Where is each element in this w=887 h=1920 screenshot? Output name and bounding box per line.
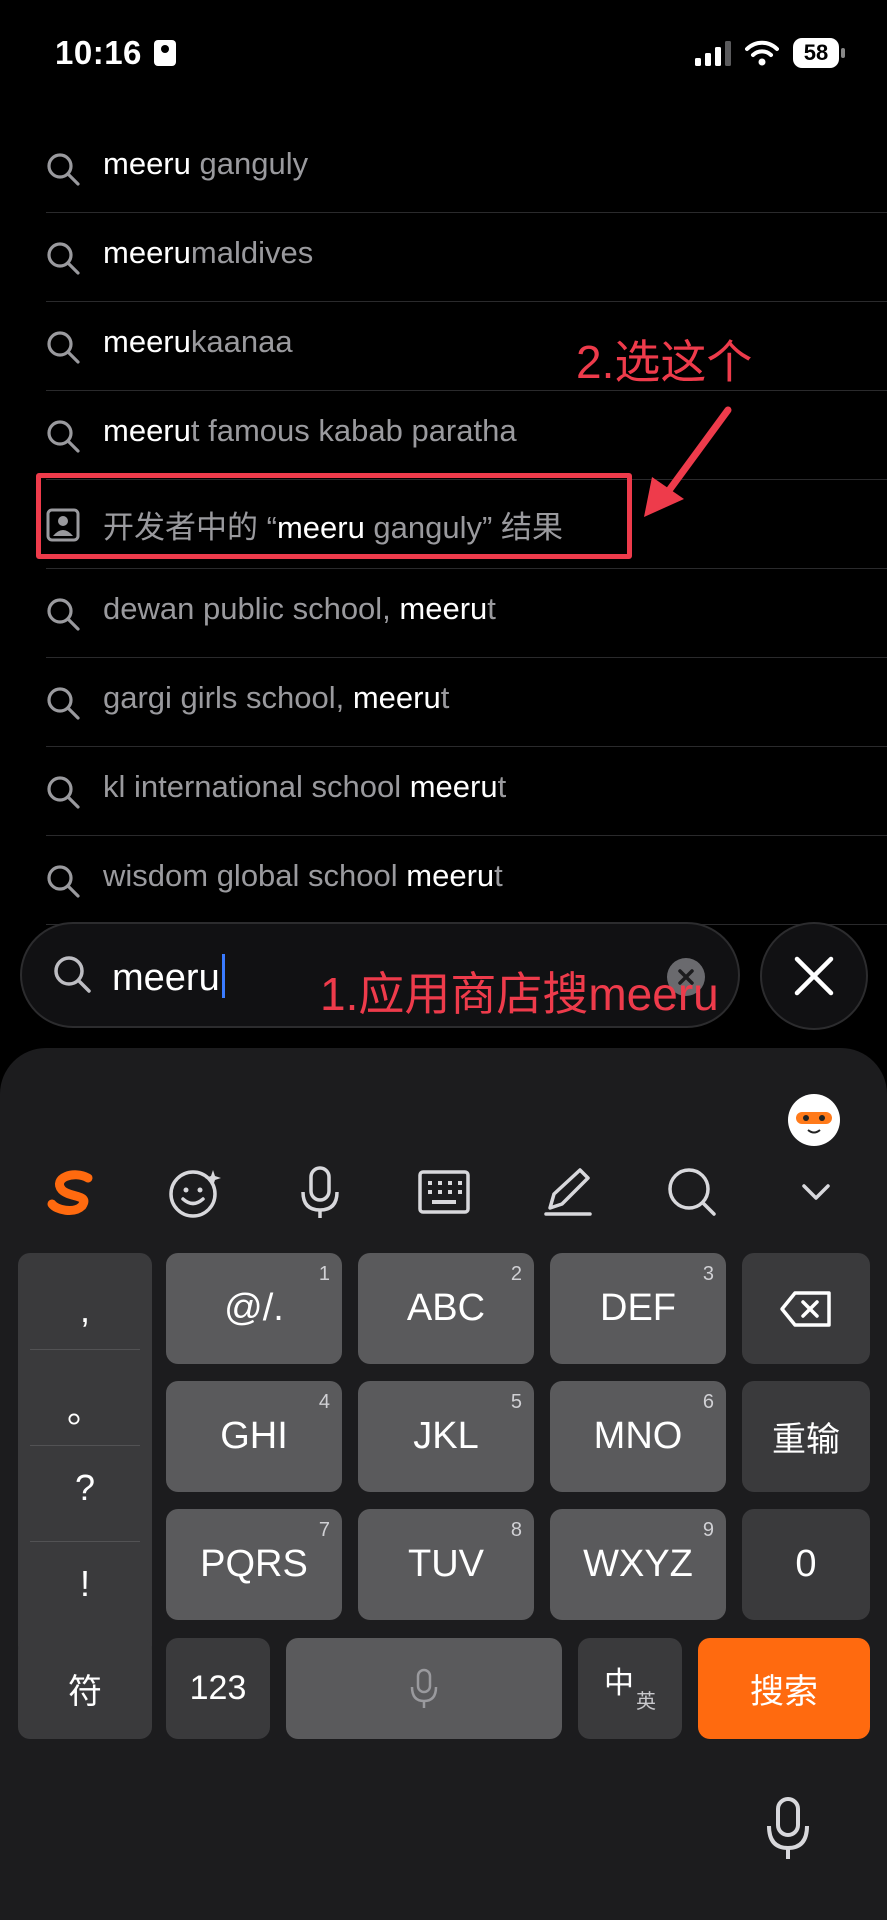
suggestion-item[interactable]: meerumaldives <box>0 213 887 302</box>
key-7[interactable]: PQRS 7 <box>166 1509 342 1620</box>
punct-comma-key[interactable]: , <box>18 1289 152 1331</box>
divider <box>30 1541 140 1542</box>
text-cursor <box>221 954 225 998</box>
annotation-step2: 2.选这个 <box>576 336 753 388</box>
battery-tip <box>841 48 845 58</box>
divider <box>30 1349 140 1350</box>
dictation-microphone-icon[interactable] <box>764 1796 812 1862</box>
annotation-arrow-icon <box>644 406 732 517</box>
voice-icon[interactable] <box>292 1164 348 1220</box>
suggestion-item[interactable]: wisdom global school meerut <box>0 836 887 925</box>
status-indicators: 58 <box>695 38 845 68</box>
search-icon[interactable] <box>664 1164 720 1220</box>
suggestion-item[interactable]: meerukaanaa <box>0 302 887 391</box>
search-icon <box>47 865 80 898</box>
search-input[interactable]: meeru <box>112 954 225 1000</box>
annotation-highlight-box <box>36 473 632 559</box>
space-key[interactable] <box>286 1638 562 1739</box>
search-icon <box>47 598 80 631</box>
chevron-down-icon[interactable] <box>788 1164 844 1220</box>
numbers-key[interactable]: 123 <box>166 1638 270 1739</box>
suggestion-text: meerut famous kabab paratha <box>103 413 517 448</box>
search-icon <box>47 776 80 809</box>
language-switch-key[interactable]: 中 英 <box>578 1638 682 1739</box>
key-9[interactable]: WXYZ 9 <box>550 1509 726 1620</box>
key-4[interactable]: GHI 4 <box>166 1381 342 1492</box>
suggestion-text: wisdom global school meerut <box>103 858 503 893</box>
key-3[interactable]: DEF 3 <box>550 1253 726 1364</box>
annotation-step1: 1.应用商店搜meeru <box>320 968 719 1020</box>
key-1[interactable]: @/. 1 <box>166 1253 342 1364</box>
keyboard-icon[interactable] <box>416 1164 472 1220</box>
suggestion-text: meerukaanaa <box>103 324 293 359</box>
suggestion-item[interactable]: meerut famous kabab paratha <box>0 391 887 480</box>
key-2[interactable]: ABC 2 <box>358 1253 534 1364</box>
close-icon <box>794 956 834 996</box>
search-icon <box>47 153 80 186</box>
search-icon <box>47 687 80 720</box>
suggestion-item[interactable]: dewan public school, meerut <box>0 569 887 658</box>
suggestion-text: dewan public school, meerut <box>103 591 496 626</box>
lang-sub-label: 英 <box>636 1691 656 1713</box>
key-6[interactable]: MNO 6 <box>550 1381 726 1492</box>
suggestion-item[interactable]: kl international school meerut <box>0 747 887 836</box>
key-5[interactable]: JKL 5 <box>358 1381 534 1492</box>
punct-period-key[interactable]: 。 <box>18 1381 152 1433</box>
close-search-button[interactable] <box>760 922 868 1030</box>
punct-exclaim-key[interactable]: ! <box>18 1563 152 1605</box>
focus-person-icon <box>154 40 176 66</box>
suggestion-text: meerumaldives <box>103 235 314 270</box>
suggestion-text: meeru ganguly <box>103 146 309 181</box>
search-icon <box>54 956 91 993</box>
punct-question-key[interactable]: ? <box>18 1467 152 1509</box>
key-0[interactable]: 0 <box>742 1509 870 1620</box>
handwriting-icon[interactable] <box>540 1164 596 1220</box>
reenter-key[interactable]: 重输 <box>742 1381 870 1492</box>
microphone-icon <box>410 1668 438 1708</box>
sogou-logo-icon[interactable] <box>44 1164 100 1220</box>
suggestion-text: gargi girls school, meerut <box>103 680 450 715</box>
lang-main-label: 中 <box>604 1666 634 1700</box>
suggestion-text: kl international school meerut <box>103 769 507 804</box>
wifi-icon <box>745 40 779 66</box>
suggestion-item[interactable]: meeru ganguly <box>0 124 887 213</box>
status-time: 10:16 <box>55 34 142 71</box>
punctuation-column: , 。 ? ! <box>18 1253 152 1658</box>
suggestion-item[interactable]: gargi girls school, meerut <box>0 658 887 747</box>
battery-level: 58 <box>793 38 839 68</box>
search-icon <box>47 420 80 453</box>
mascot-icon[interactable] <box>788 1094 840 1146</box>
emoji-icon[interactable] <box>167 1164 223 1220</box>
key-8[interactable]: TUV 8 <box>358 1509 534 1620</box>
divider <box>30 1445 140 1446</box>
search-key[interactable]: 搜索 <box>698 1638 870 1739</box>
backspace-key[interactable] <box>742 1253 870 1364</box>
symbols-key[interactable]: 符 <box>18 1638 152 1739</box>
search-icon <box>47 331 80 364</box>
signal-icon <box>695 41 731 66</box>
search-icon <box>47 242 80 275</box>
backspace-icon <box>780 1290 831 1327</box>
